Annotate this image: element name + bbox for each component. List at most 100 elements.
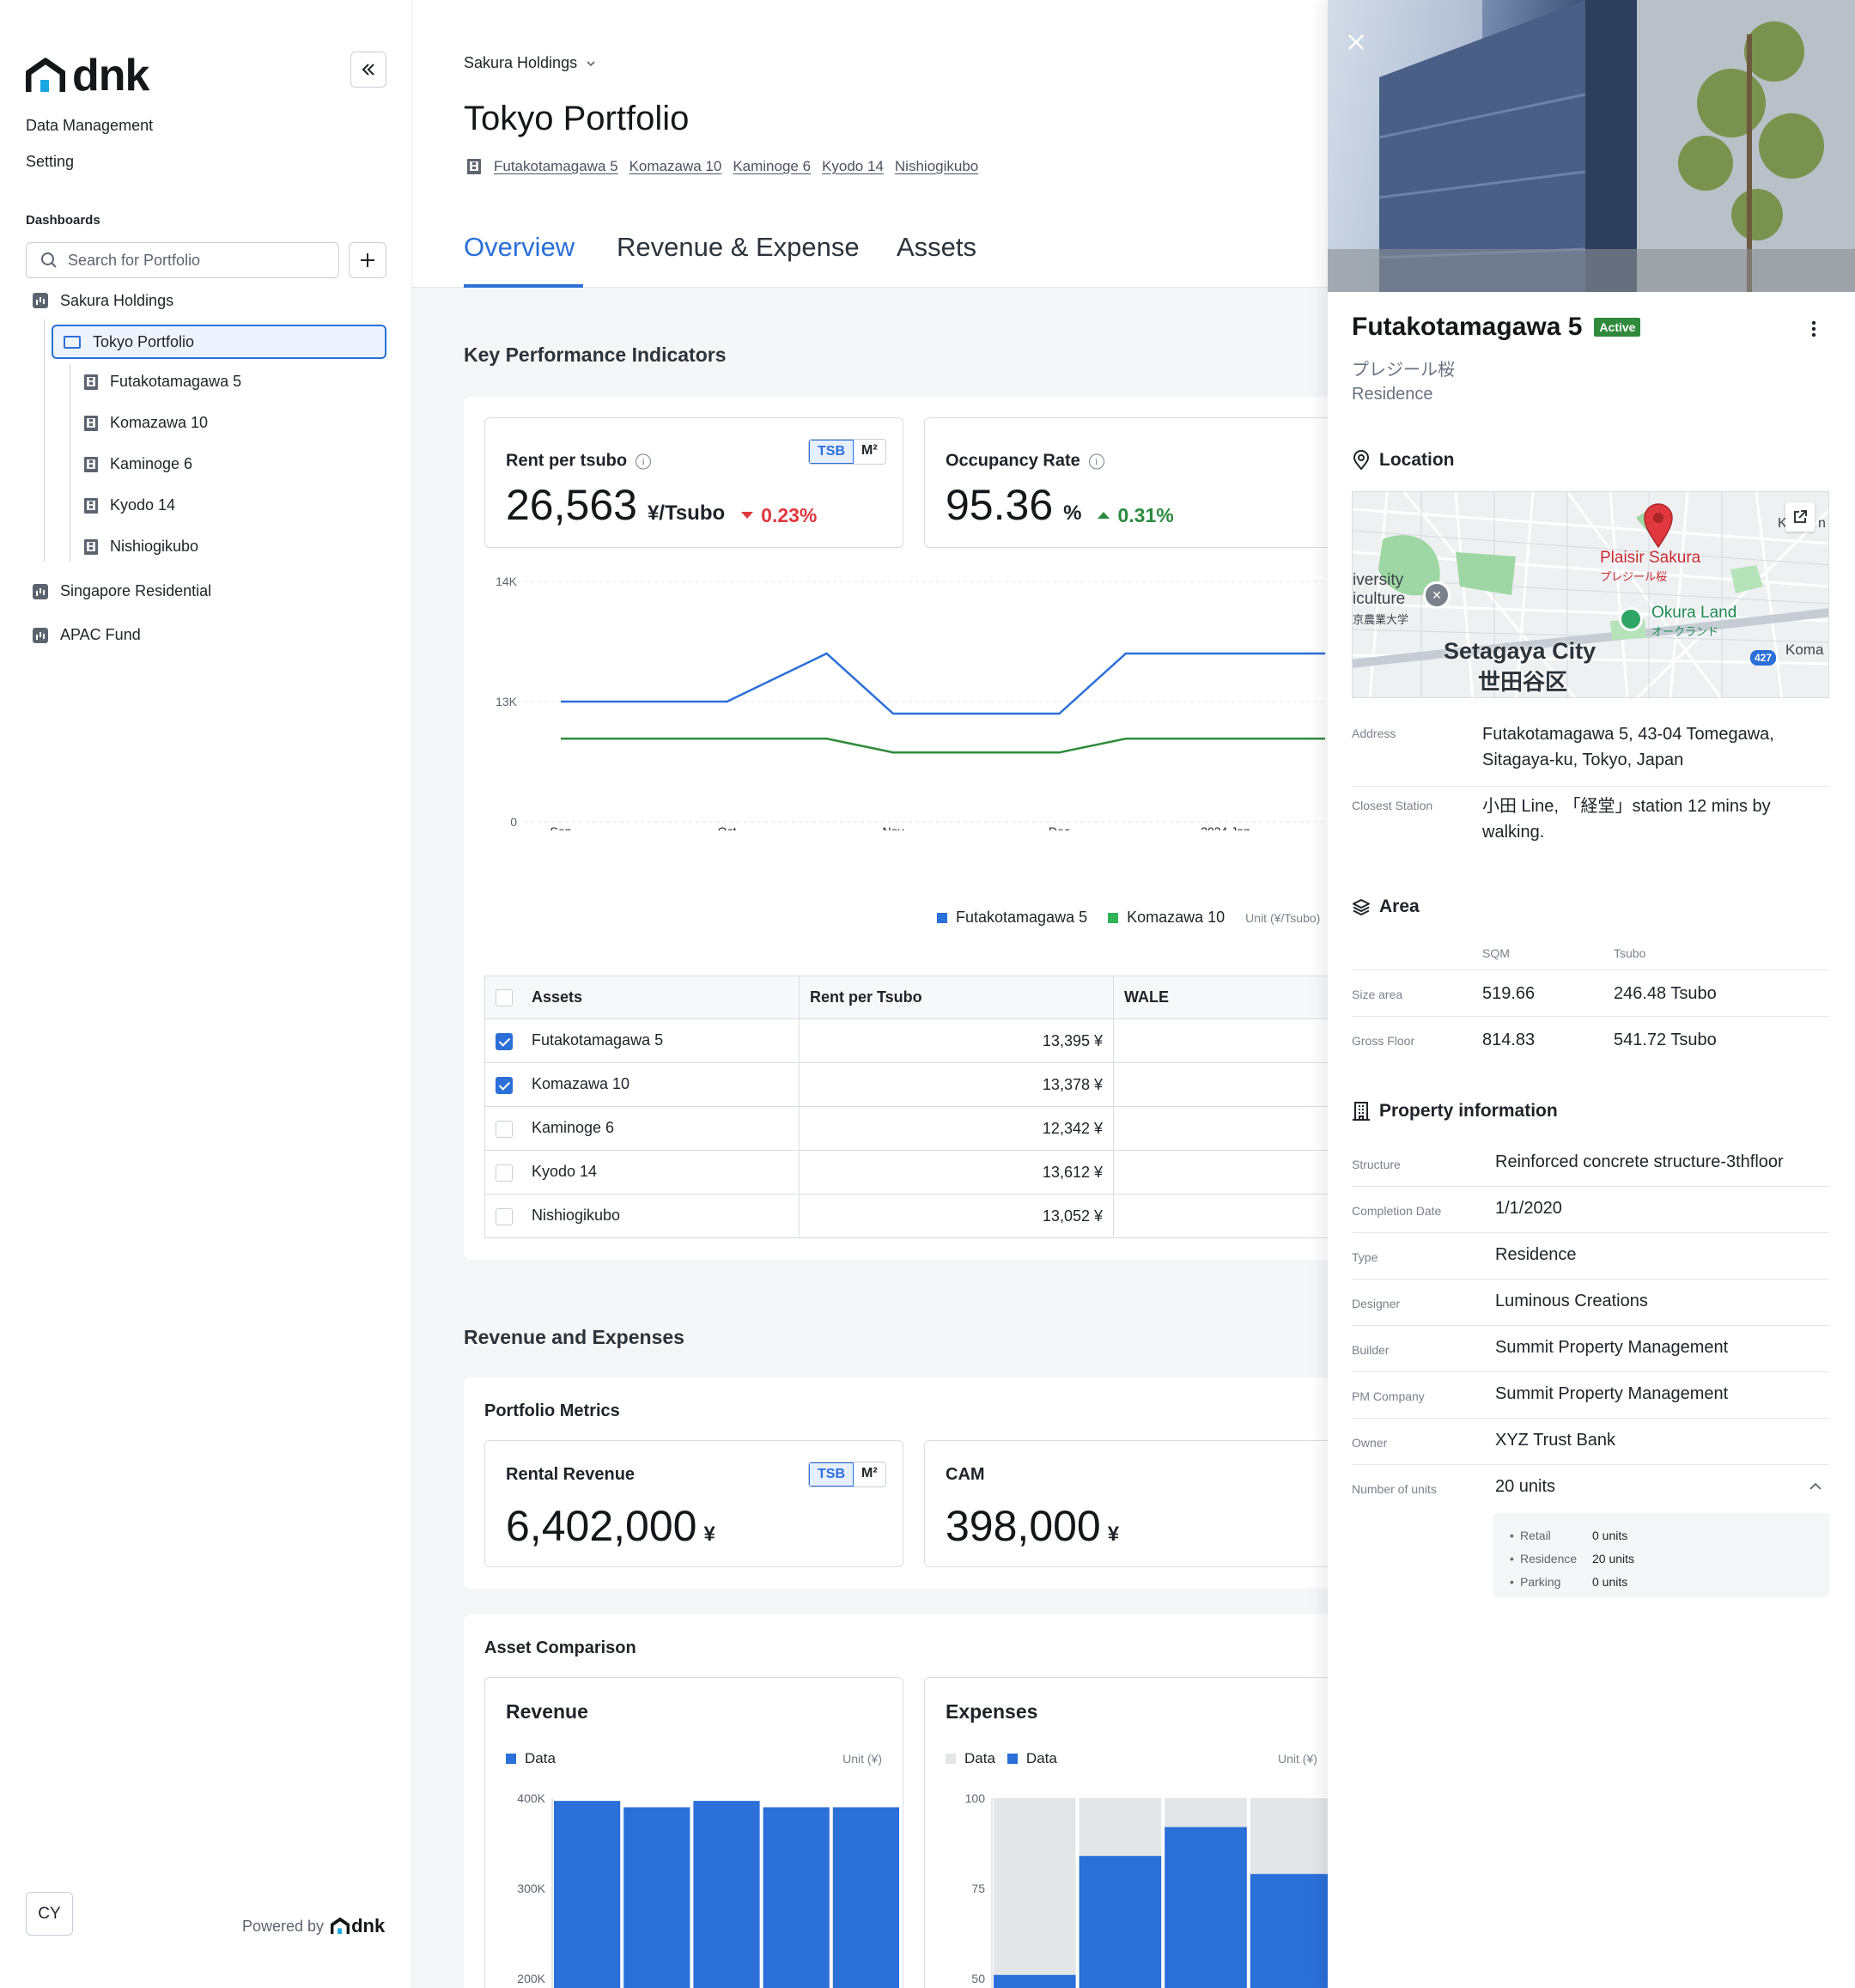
user-avatar-button[interactable]: CY [26, 1892, 73, 1936]
open-map-button[interactable] [1785, 502, 1815, 532]
more-options-button[interactable] [1805, 319, 1822, 338]
triangle-down-icon [741, 512, 754, 519]
tree-asset-kaminoge-6[interactable]: Kaminoge 6 [84, 455, 192, 473]
row-checkbox[interactable] [496, 1120, 513, 1138]
table-header-wale[interactable]: WALE [1113, 976, 1360, 1019]
row-checkbox[interactable] [496, 1032, 513, 1050]
table-row[interactable]: Futakotamagawa 5 13,395 ¥ [484, 1018, 1360, 1063]
org-switcher[interactable]: Sakura Holdings [464, 54, 596, 72]
chevron-up-icon[interactable] [1809, 1482, 1822, 1491]
bar[interactable] [994, 1798, 1076, 1988]
legend-item[interactable]: Futakotamagawa 5 [937, 909, 1087, 927]
table-row[interactable]: Kaminoge 6 12,342 ¥ [484, 1106, 1360, 1151]
section-heading: Property information [1379, 1101, 1558, 1121]
bar[interactable] [994, 1974, 1076, 1988]
chart-title: Expenses [946, 1700, 1038, 1723]
series-line[interactable] [561, 737, 1326, 754]
tree-asset-nishiogikubo[interactable]: Nishiogikubo [84, 538, 198, 556]
tab-overview[interactable]: Overview [464, 232, 575, 263]
chevron-down-icon [587, 60, 595, 66]
field-label: Completion Date [1352, 1204, 1442, 1218]
brand-name: dnk [72, 51, 149, 100]
location-map[interactable]: Plaisir Sakura プレジール桜 Okura Land オークランド … [1352, 491, 1829, 698]
row-checkbox[interactable] [496, 1076, 513, 1094]
field-label: Structure [1352, 1158, 1401, 1171]
close-panel-button[interactable] [1347, 33, 1365, 56]
table-row[interactable]: Komazawa 10 13,378 ¥ [484, 1062, 1360, 1107]
wale-cell [1113, 1194, 1360, 1238]
portfolio-search-input[interactable]: Search for Portfolio [26, 242, 339, 278]
tree-asset-komazawa-10[interactable]: Komazawa 10 [84, 414, 208, 432]
header-label: Assets [532, 988, 583, 1006]
tree-asset-futakotamagawa-5[interactable]: Futakotamagawa 5 [84, 373, 241, 391]
field-value: Luminous Creations [1495, 1292, 1648, 1310]
tree-item-label: Kyodo 14 [110, 496, 176, 514]
legend-item[interactable]: Data [1007, 1750, 1057, 1767]
powered-by: Powered by dnk [242, 1915, 385, 1937]
add-dashboard-button[interactable] [349, 242, 386, 278]
info-icon[interactable]: i [636, 453, 652, 469]
tree-org-sakura-holdings[interactable]: Sakura Holdings [33, 290, 173, 311]
brand-logo[interactable]: dnk [26, 50, 149, 101]
asset-links: Futakotamagawa 5 Komazawa 10 Kaminoge 6 … [467, 158, 978, 175]
section-heading: Location [1379, 450, 1455, 470]
y-tick-label: 200K [517, 1972, 545, 1985]
info-icon[interactable]: i [1088, 453, 1104, 469]
table-row[interactable]: Kyodo 14 13,612 ¥ [484, 1150, 1360, 1195]
unit-m2-button[interactable]: M² [854, 440, 885, 464]
table-header-row: Assets Rent per Tsubo WALE [484, 976, 1360, 1019]
bar[interactable] [623, 1807, 690, 1988]
legend-item[interactable]: Komazawa 10 [1108, 909, 1225, 927]
asset-link-kaminoge-6[interactable]: Kaminoge 6 [733, 158, 811, 175]
legend-item[interactable]: Data [506, 1750, 556, 1767]
pin-okura-land[interactable] [1619, 607, 1643, 631]
tab-revenue-expense[interactable]: Revenue & Expense [617, 232, 860, 263]
route-badge: 427 [1750, 650, 1777, 666]
table-row[interactable]: Nishiogikubo 13,052 ¥ [484, 1194, 1360, 1238]
select-all-checkbox[interactable] [496, 989, 513, 1007]
building-photo-illustration [1328, 0, 1855, 292]
tree-org-apac-fund[interactable]: APAC Fund [33, 626, 141, 644]
table-header-rent[interactable]: Rent per Tsubo [799, 976, 1114, 1019]
bar[interactable] [554, 1801, 621, 1988]
kpi-value: 95.36 [946, 481, 1054, 529]
asset-link-kyodo-14[interactable]: Kyodo 14 [822, 158, 884, 175]
row-checkbox[interactable] [496, 1164, 513, 1182]
bar[interactable] [832, 1807, 899, 1988]
tree-item-label: Kaminoge 6 [110, 455, 193, 472]
y-tick-label: 100 [965, 1791, 986, 1805]
tree-asset-kyodo-14[interactable]: Kyodo 14 [84, 496, 175, 514]
tab-assets[interactable]: Assets [897, 232, 976, 263]
x-tick-label: Dec [1049, 824, 1070, 830]
unit-tsb-button[interactable]: TSB [809, 440, 854, 464]
row-checkbox[interactable] [496, 1207, 513, 1225]
series-line[interactable] [561, 652, 1326, 715]
bar[interactable] [1079, 1856, 1162, 1988]
rent-cell: 13,612 ¥ [799, 1150, 1114, 1195]
bar[interactable] [693, 1801, 760, 1988]
bar[interactable] [1250, 1874, 1333, 1988]
chart-title: Revenue [506, 1700, 588, 1723]
tree-org-singapore-residential[interactable]: Singapore Residential [33, 582, 211, 600]
units-breakdown-item: • Residence 20 units [1510, 1551, 1635, 1565]
legend-label: Futakotamagawa 5 [956, 909, 1088, 926]
pin-plaisir-sakura[interactable] [1641, 501, 1679, 549]
bar[interactable] [1165, 1827, 1247, 1988]
kpi-section-title: Key Performance Indicators [464, 343, 727, 366]
y-tick-label: 50 [971, 1972, 985, 1985]
kpi-value: 6,402,000 [506, 1502, 697, 1550]
nav-setting[interactable]: Setting [26, 153, 74, 171]
table-header-assets[interactable]: Assets [484, 976, 800, 1019]
unit-tsb-button[interactable]: TSB [809, 1462, 854, 1486]
legend-item[interactable]: Data [946, 1750, 995, 1767]
tree-portfolio-tokyo[interactable]: Tokyo Portfolio [52, 325, 386, 359]
nav-data-management[interactable]: Data Management [26, 117, 153, 135]
sidebar: dnk Data Management Setting Dashboards S… [0, 0, 412, 1988]
bar[interactable] [763, 1807, 830, 1988]
asset-link-nishiogikubo[interactable]: Nishiogikubo [895, 158, 978, 175]
unit-m2-button[interactable]: M² [854, 1462, 885, 1486]
asset-link-komazawa-10[interactable]: Komazawa 10 [629, 158, 722, 175]
collapse-sidebar-button[interactable] [350, 52, 386, 88]
asset-link-futakotamagawa-5[interactable]: Futakotamagawa 5 [494, 158, 618, 175]
legend-label: Data [1025, 1750, 1057, 1766]
